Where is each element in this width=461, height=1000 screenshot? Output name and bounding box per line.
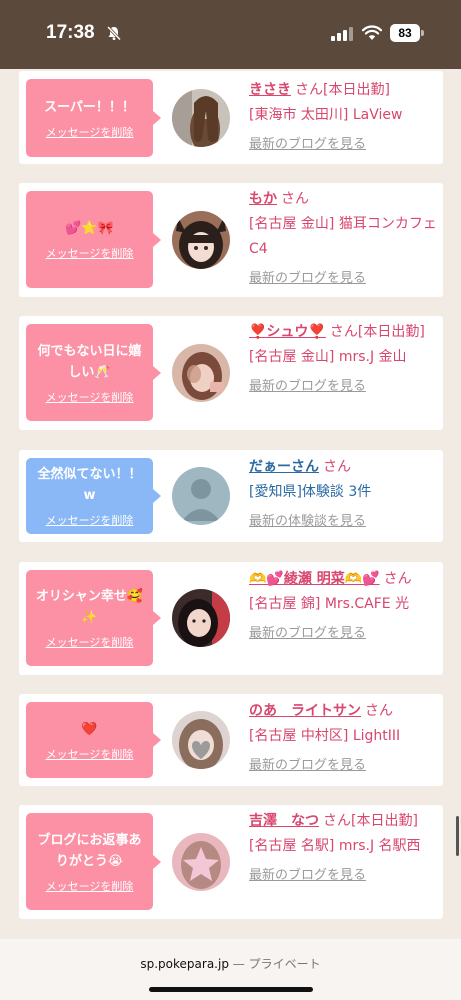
cellular-signal-icon [331, 27, 353, 41]
message-bubble: 全然似てない！！w メッセージを削除 [26, 458, 161, 534]
delete-message-link[interactable]: メッセージを削除 [46, 245, 134, 261]
honorific: さん [323, 459, 351, 475]
avatar[interactable] [172, 89, 230, 147]
private-mode-label: プライベート [248, 957, 321, 971]
bell-muted-icon [106, 25, 122, 41]
message-text: 全然似てない！！w [37, 467, 142, 503]
honorific: さん [295, 82, 323, 98]
avatar[interactable] [172, 711, 230, 769]
cast-shop[interactable]: [名古屋 金山] 猫耳コンカフェ C4 [249, 212, 439, 262]
message-text: ブログにお返事ありがとう😭 [37, 832, 142, 869]
avatar[interactable] [172, 211, 230, 269]
message-bubble: ブログにお返事ありがとう😭 メッセージを削除 [26, 813, 161, 910]
latest-review-link[interactable]: 最新の体験談を見る [249, 509, 439, 534]
url-separator: — [232, 957, 245, 971]
delete-message-link[interactable]: メッセージを削除 [46, 389, 134, 405]
battery-level: 83 [390, 24, 420, 42]
avatar[interactable] [172, 833, 230, 891]
latest-blog-link[interactable]: 最新のブログを見る [249, 132, 439, 157]
cast-shop[interactable]: [名古屋 金山] mrs.J 金山 [249, 345, 439, 370]
message-bubble: スーパー！！！ メッセージを削除 [26, 79, 161, 157]
browser-address-bar[interactable]: sp.pokepara.jp — プライベート [0, 939, 461, 1000]
cast-shop[interactable]: [名古屋 錦] Mrs.CAFE 光 [249, 592, 439, 617]
battery-icon: 83 [390, 24, 424, 42]
message-bubble: 何でもない日に嬉しい🥂 メッセージを削除 [26, 324, 161, 421]
working-today-badge: [本日出勤] [323, 82, 390, 98]
cast-info: もか さん [名古屋 金山] 猫耳コンカフェ C4 最新のブログを見る [249, 187, 439, 291]
cast-info: のあ ライトサン さん [名古屋 中村区] LightIII 最新のブログを見る [249, 699, 439, 778]
honorific: さん [281, 191, 309, 207]
cast-name[interactable]: だぁーさん [249, 459, 319, 475]
latest-blog-link[interactable]: 最新のブログを見る [249, 621, 439, 646]
message-card: 💕⭐🎀 メッセージを削除 もか さん [名古屋 金山] 猫耳コンカフェ C4 最新… [19, 183, 443, 297]
wifi-icon [362, 25, 382, 40]
latest-blog-link[interactable]: 最新のブログを見る [249, 753, 439, 778]
honorific: さん [383, 571, 412, 587]
working-today-badge: [本日出勤] [357, 324, 425, 340]
delete-message-link[interactable]: メッセージを削除 [46, 634, 134, 650]
delete-message-link[interactable]: メッセージを削除 [46, 746, 134, 762]
delete-message-link[interactable]: メッセージを削除 [46, 124, 134, 140]
cast-name[interactable]: 吉澤 なつ [249, 813, 319, 829]
message-text: オリシャン幸せ🥰✨ [35, 589, 144, 625]
latest-blog-link[interactable]: 最新のブログを見る [249, 266, 439, 291]
cast-info: 吉澤 なつ さん[本日出勤] [名古屋 名駅] mrs.J 名駅西 最新のブログを… [249, 809, 439, 888]
message-card: 何でもない日に嬉しい🥂 メッセージを削除 ❣️シュウ❣️ さん[本日出勤] [名古… [19, 316, 443, 430]
reviewer-info[interactable]: [愛知県]体験談 3件 [249, 480, 439, 505]
message-card: ブログにお返事ありがとう😭 メッセージを削除 吉澤 なつ さん[本日出勤] [名古… [19, 805, 443, 919]
message-text: ❤️ [81, 721, 98, 737]
delete-message-link[interactable]: メッセージを削除 [46, 878, 134, 894]
message-bubble: ❤️ メッセージを削除 [26, 702, 161, 778]
cast-name[interactable]: 🫶💕綾瀬 明菜🫶💕 [249, 571, 380, 587]
cast-info: だぁーさん さん [愛知県]体験談 3件 最新の体験談を見る [249, 455, 439, 534]
status-time: 17:38 [46, 22, 95, 43]
cast-info: きさき さん[本日出勤] [東海市 太田川] LaView 最新のブログを見る [249, 78, 439, 157]
url-host[interactable]: sp.pokepara.jp [140, 957, 229, 971]
message-text: スーパー！！！ [44, 99, 135, 115]
message-card: スーパー！！！ メッセージを削除 きさき さん[本日出勤] [東海市 太田川] L… [19, 71, 443, 164]
honorific: さん [365, 703, 393, 719]
honorific: さん [323, 813, 351, 829]
honorific: さん [329, 324, 358, 340]
message-bubble: 💕⭐🎀 メッセージを削除 [26, 191, 161, 288]
avatar[interactable] [172, 344, 230, 402]
cast-info: ❣️シュウ❣️ さん[本日出勤] [名古屋 金山] mrs.J 金山 最新のブログ… [249, 320, 439, 399]
message-card: 全然似てない！！w メッセージを削除 だぁーさん さん [愛知県]体験談 3件 最… [19, 450, 443, 542]
message-feed: スーパー！！！ メッセージを削除 きさき さん[本日出勤] [東海市 太田川] L… [0, 69, 461, 939]
status-bar: 17:38 83 [0, 0, 461, 69]
latest-blog-link[interactable]: 最新のブログを見る [249, 863, 439, 888]
message-text: 💕⭐🎀 [65, 221, 114, 236]
cast-shop[interactable]: [名古屋 名駅] mrs.J 名駅西 [249, 834, 439, 859]
avatar[interactable] [172, 467, 230, 525]
cast-name[interactable]: ❣️シュウ❣️ [249, 324, 326, 340]
latest-blog-link[interactable]: 最新のブログを見る [249, 374, 439, 399]
home-indicator[interactable] [149, 987, 313, 992]
cast-shop[interactable]: [東海市 太田川] LaView [249, 103, 439, 128]
message-bubble: オリシャン幸せ🥰✨ メッセージを削除 [26, 570, 161, 666]
delete-message-link[interactable]: メッセージを削除 [46, 512, 134, 528]
avatar[interactable] [172, 589, 230, 647]
working-today-badge: [本日出勤] [351, 813, 418, 829]
cast-info: 🫶💕綾瀬 明菜🫶💕 さん [名古屋 錦] Mrs.CAFE 光 最新のブログを見る [249, 567, 439, 646]
cast-name[interactable]: きさき [249, 82, 291, 98]
cast-name[interactable]: もか [249, 191, 277, 207]
scrollbar[interactable] [456, 816, 459, 856]
cast-shop[interactable]: [名古屋 中村区] LightIII [249, 724, 439, 749]
message-card: ❤️ メッセージを削除 のあ ライトサン さん [名古屋 中村区] LightII… [19, 694, 443, 786]
message-card: オリシャン幸せ🥰✨ メッセージを削除 🫶💕綾瀬 明菜🫶💕 さん [名古屋 錦] M… [19, 562, 443, 675]
cast-name[interactable]: のあ ライトサン [249, 703, 361, 719]
message-text: 何でもない日に嬉しい🥂 [37, 343, 142, 380]
